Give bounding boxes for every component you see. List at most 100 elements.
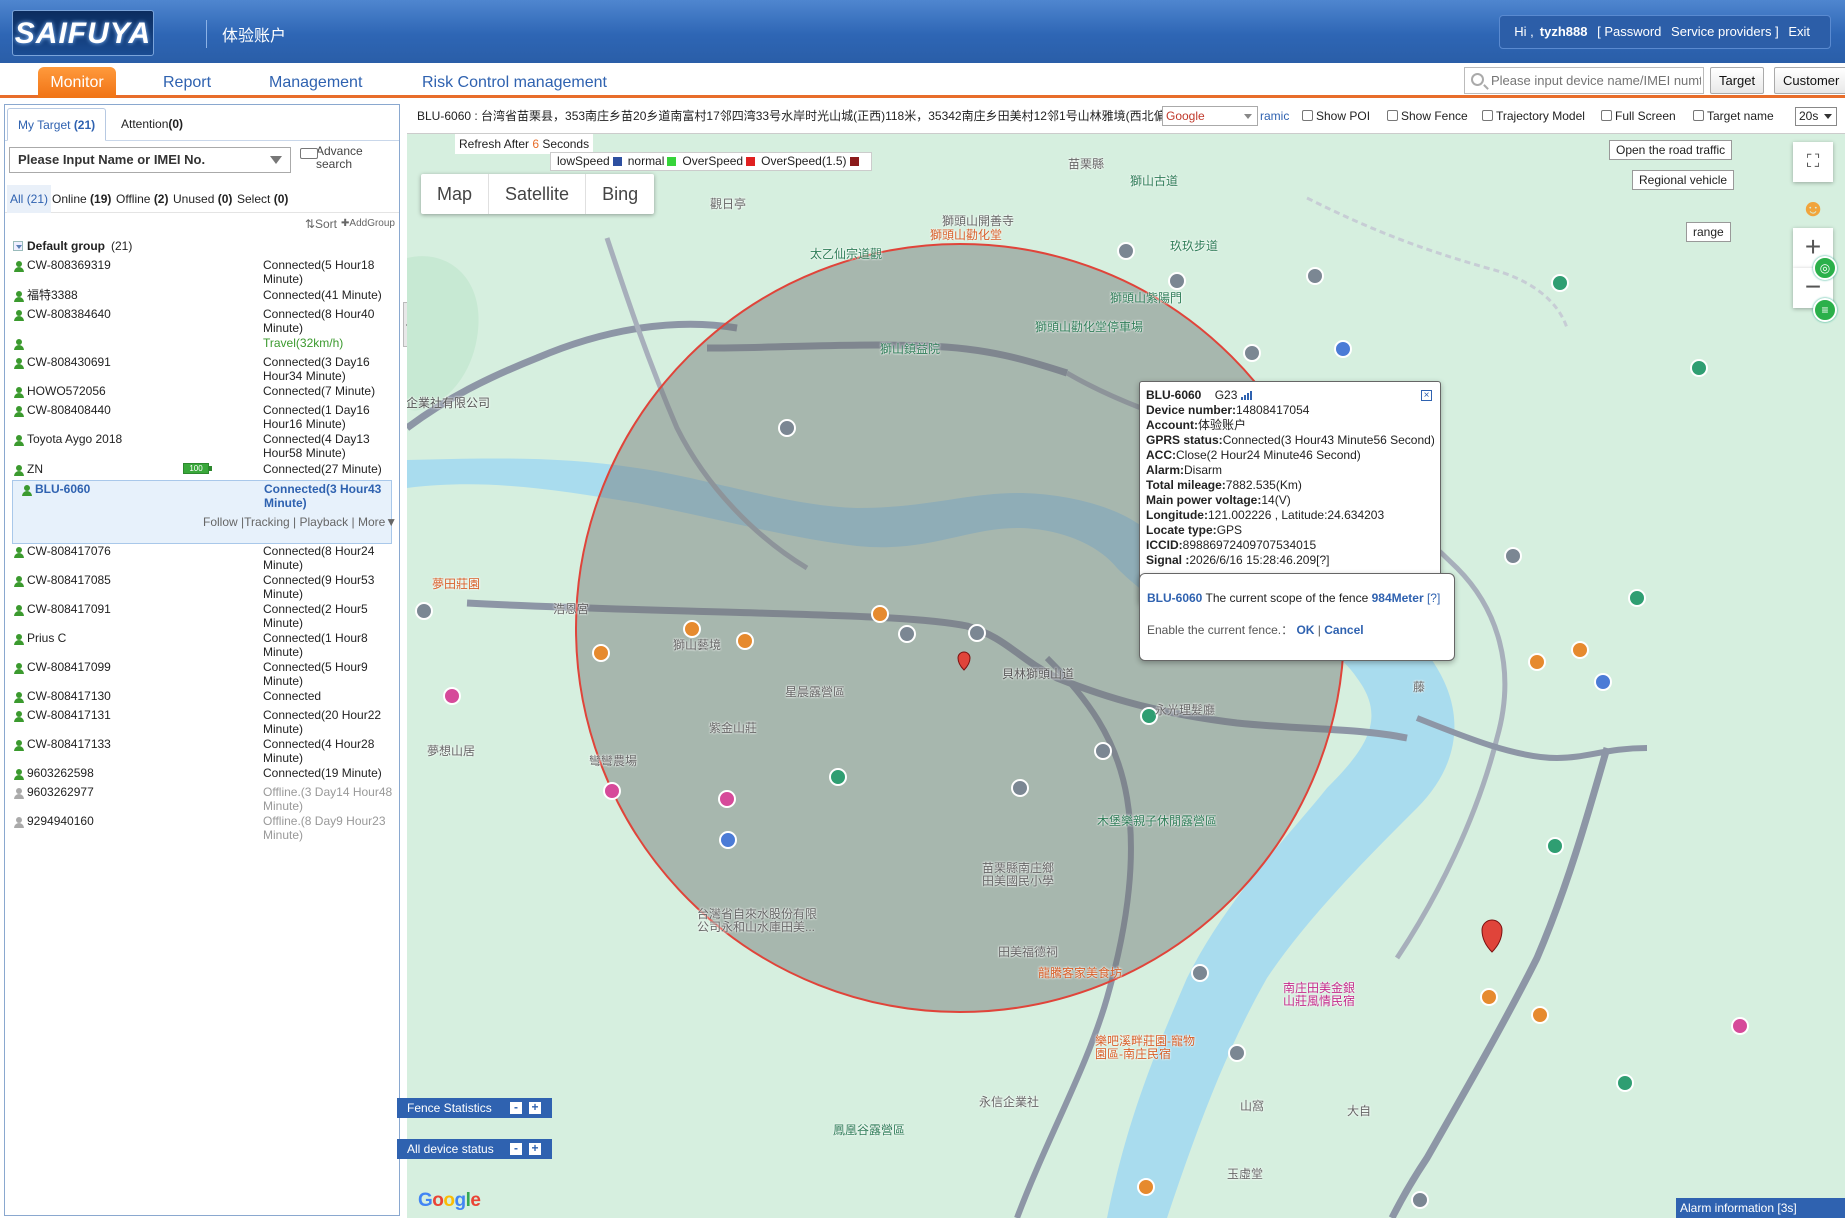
- fence-statistics-expand[interactable]: +: [529, 1101, 541, 1114]
- map-type-satellite[interactable]: Satellite: [489, 174, 587, 214]
- map-view[interactable]: 獅山古道 觀日亭 獅頭山開善寺 獅頭山勸化堂 太乙仙宗道觀 獅頭山紫陽門 獅頭山勸化堂停車場…: [407, 98, 1845, 1218]
- trajectory-model-checkbox[interactable]: [1482, 110, 1493, 121]
- map-place-label[interactable]: 南庄田美金銀 山莊風情民宿: [1283, 982, 1355, 1008]
- device-row[interactable]: Toyota Aygo 2018 Connected(4 Day13 Hour58…: [5, 431, 399, 461]
- device-row[interactable]: CW-808408440 Connected(1 Day16 Hour16 Min…: [5, 402, 399, 432]
- tab-report[interactable]: Report: [153, 67, 221, 98]
- device-name[interactable]: CW-808417133: [27, 737, 111, 751]
- map-place-label[interactable]: 獅山古道: [1130, 175, 1178, 188]
- group-collapse-icon[interactable]: [13, 241, 23, 251]
- map-place-label[interactable]: 彎彎農場: [589, 755, 637, 768]
- all-device-status-minimize[interactable]: -: [510, 1142, 522, 1155]
- status-offline[interactable]: Offline (2): [116, 185, 168, 213]
- map-place-label[interactable]: 樂吧溪畔莊園-寵物 園區-南庄民宿: [1095, 1035, 1195, 1061]
- alarm-information-bar[interactable]: Alarm information [3s]: [1676, 1198, 1845, 1218]
- map-place-label[interactable]: 大自: [1347, 1105, 1371, 1118]
- fence-statistics-minimize[interactable]: -: [510, 1101, 522, 1114]
- map-place-label[interactable]: 獅頭山紫陽門: [1110, 292, 1182, 305]
- fullscreen-icon[interactable]: ⛶: [1793, 142, 1833, 182]
- map-place-label[interactable]: 夢田莊園: [432, 578, 480, 591]
- password-link[interactable]: [ Password: [1597, 24, 1661, 39]
- map-place-label[interactable]: 獅山鎮益院: [880, 343, 940, 356]
- device-row[interactable]: CW-808430691 Connected(3 Day16 Hour34 Min…: [5, 354, 399, 384]
- device-actions[interactable]: Follow |Tracking | Playback | More▼: [203, 515, 397, 529]
- fence-statistics-panel[interactable]: Fence Statistics - +: [397, 1098, 552, 1118]
- device-name[interactable]: CW-808430691: [27, 355, 111, 369]
- map-place-label[interactable]: 紫金山莊: [709, 722, 757, 735]
- device-row[interactable]: 福特3388 Connected(41 Minute): [5, 287, 399, 307]
- target-name-checkbox[interactable]: [1693, 110, 1704, 121]
- map-place-label[interactable]: 永信企業社: [979, 1096, 1039, 1109]
- device-search-input[interactable]: [1491, 68, 1701, 93]
- map-place-label[interactable]: 獅頭山勸化堂停車場: [1035, 321, 1143, 334]
- device-name[interactable]: 9294940160: [27, 814, 94, 828]
- device-name[interactable]: 福特3388: [27, 288, 78, 302]
- all-device-status-expand[interactable]: +: [529, 1142, 541, 1155]
- device-name[interactable]: CW-808417076: [27, 544, 111, 558]
- advance-search-checkbox[interactable]: [300, 148, 318, 159]
- map-place-label[interactable]: 玖玖步道: [1170, 240, 1218, 253]
- option-target-name[interactable]: Target name: [1693, 98, 1774, 133]
- street-view-pegman-icon[interactable]: ☻: [1793, 190, 1833, 230]
- name-imei-select[interactable]: Please Input Name or IMEI No.: [9, 147, 291, 173]
- device-row[interactable]: 9294940160 Offline.(8 Day9 Hour23 Minute): [5, 813, 399, 843]
- map-place-label[interactable]: 獅頭山勸化堂: [930, 229, 1002, 242]
- tab-monitor[interactable]: Monitor: [38, 67, 116, 98]
- default-group-header[interactable]: Default group (21): [5, 235, 399, 257]
- range-button[interactable]: range: [1686, 222, 1731, 242]
- map-place-label[interactable]: 田美福德祠: [998, 946, 1058, 959]
- status-select[interactable]: Select (0): [237, 185, 288, 213]
- device-row[interactable]: CW-808417133 Connected(4 Hour28 Minute): [5, 736, 399, 766]
- close-icon[interactable]: ×: [1421, 390, 1432, 401]
- device-row[interactable]: CW-808417085 Connected(9 Hour53 Minute): [5, 572, 399, 602]
- fence-cancel-button[interactable]: Cancel: [1324, 623, 1363, 637]
- layer-toggle-icon[interactable]: ≡: [1813, 298, 1837, 322]
- device-row[interactable]: CW-808417076 Connected(8 Hour24 Minute): [5, 543, 399, 573]
- map-provider-suffix[interactable]: ramic: [1260, 98, 1289, 133]
- map-place-label[interactable]: 台灣省自來水股份有限 公司永和山水庫田美...: [697, 908, 817, 934]
- device-name[interactable]: Toyota Aygo 2018: [27, 432, 122, 446]
- map-place-label[interactable]: 玉虛堂: [1227, 1168, 1263, 1181]
- target-button[interactable]: Target: [1710, 67, 1765, 94]
- device-row[interactable]: HOWO572056 Connected(7 Minute): [5, 383, 399, 402]
- tab-attention[interactable]: Attention(0): [111, 108, 193, 141]
- status-online[interactable]: Online (19): [52, 185, 111, 213]
- map-place-label[interactable]: 夢想山居: [427, 745, 475, 758]
- all-device-status-panel[interactable]: All device status - +: [397, 1139, 552, 1159]
- device-row[interactable]: 9603262598 Connected(19 Minute): [5, 765, 399, 784]
- exit-link[interactable]: Exit: [1788, 24, 1810, 39]
- map-type-bing[interactable]: Bing: [586, 174, 654, 214]
- option-full-screen[interactable]: Full Screen: [1601, 98, 1676, 133]
- device-row[interactable]: ZN 100 Connected(27 Minute): [5, 461, 399, 481]
- sort-button[interactable]: ⇅Sort: [305, 217, 337, 231]
- device-row[interactable]: CW-808417091 Connected(2 Hour5 Minute): [5, 601, 399, 631]
- show-fence-checkbox[interactable]: [1387, 110, 1398, 121]
- device-name[interactable]: CW-808369319: [27, 258, 111, 272]
- map-place-label[interactable]: 觀日亭: [710, 198, 746, 211]
- tab-risk-control[interactable]: Risk Control management: [412, 67, 617, 98]
- device-name[interactable]: CW-808384640: [27, 307, 111, 321]
- device-name[interactable]: CW-808417085: [27, 573, 111, 587]
- map-place-label[interactable]: 苗栗縣: [1068, 158, 1104, 171]
- map-place-label[interactable]: 浩恩宮: [553, 603, 589, 616]
- show-poi-checkbox[interactable]: [1302, 110, 1313, 121]
- map-place-label[interactable]: 永光理髮廳: [1155, 704, 1215, 717]
- device-name[interactable]: 9603262598: [27, 766, 94, 780]
- device-row[interactable]: BLU-6060 Connected(3 Hour43 Minute) Follow…: [12, 480, 397, 544]
- map-place-label[interactable]: 苗栗縣南庄鄉 田美國民小學: [982, 862, 1054, 888]
- map-place-label[interactable]: 木堡樂親子休閒露營區: [1097, 815, 1217, 828]
- device-row[interactable]: 9603262977 Offline.(3 Day14 Hour48 Minute…: [5, 784, 399, 814]
- map-place-label[interactable]: 獅山藝境: [673, 639, 721, 652]
- device-name[interactable]: CW-808417130: [27, 689, 111, 703]
- map-place-label[interactable]: 太乙仙宗道觀: [810, 248, 882, 261]
- customer-button[interactable]: Customer: [1774, 67, 1845, 94]
- map-place-label[interactable]: 星晨露營區: [785, 686, 845, 699]
- device-row[interactable]: Prius C Connected(1 Hour8 Minute): [5, 630, 399, 660]
- tab-management[interactable]: Management: [259, 67, 372, 98]
- device-name[interactable]: CW-808417099: [27, 660, 111, 674]
- device-name[interactable]: ZN: [27, 462, 43, 476]
- device-name[interactable]: CW-808408440: [27, 403, 111, 417]
- device-name[interactable]: HOWO572056: [27, 384, 106, 398]
- device-row[interactable]: CW-808417131 Connected(20 Hour22 Minute): [5, 707, 399, 737]
- service-providers-link[interactable]: Service providers ]: [1671, 24, 1779, 39]
